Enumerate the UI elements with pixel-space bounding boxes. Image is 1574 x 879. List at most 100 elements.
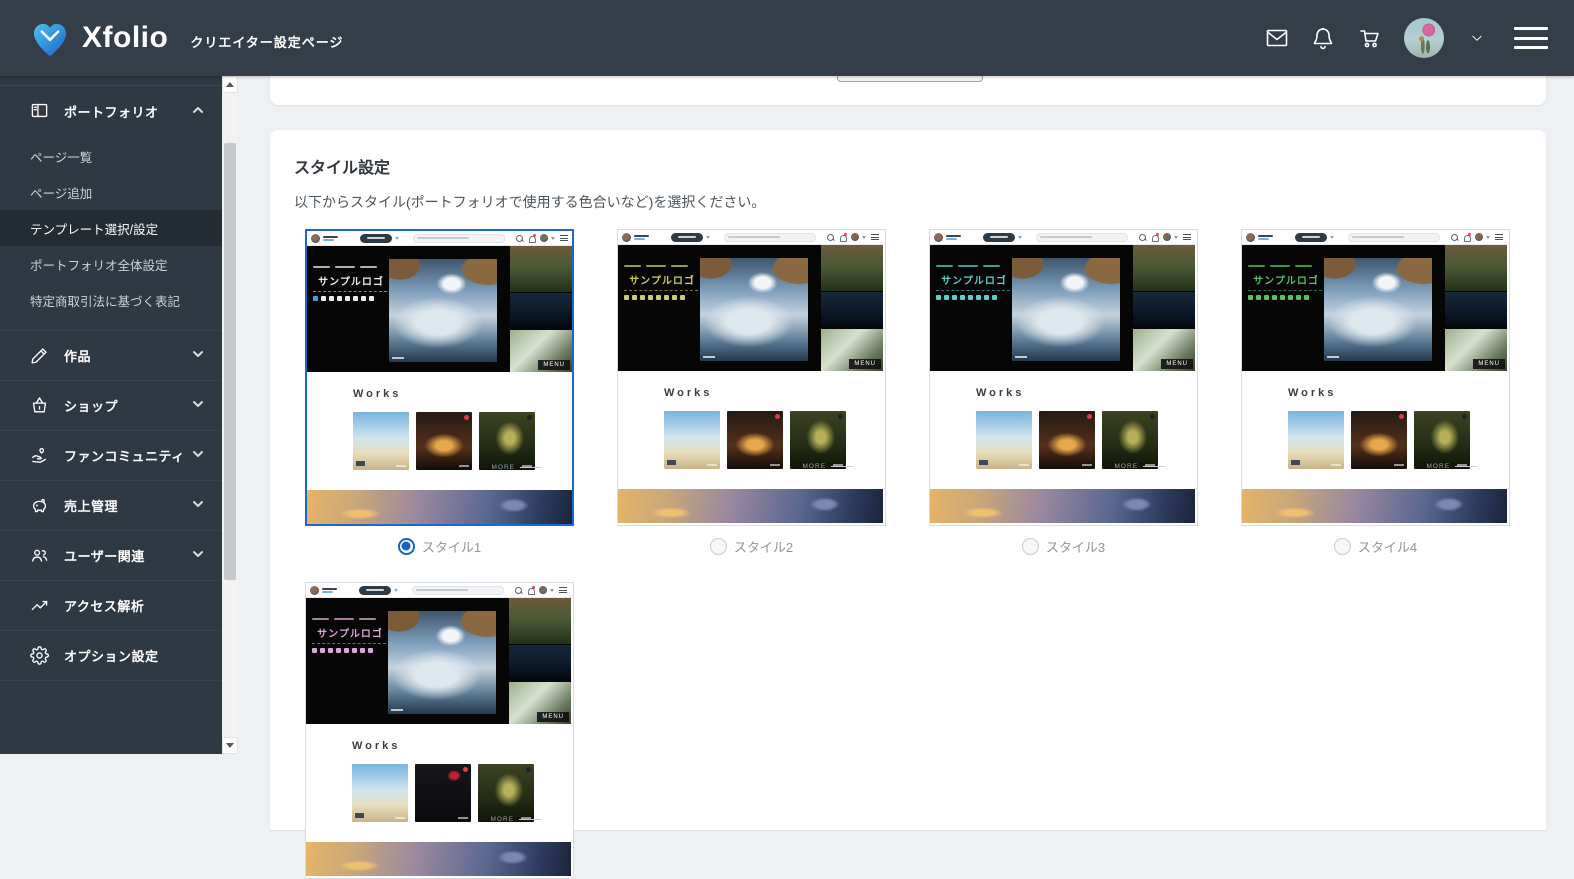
sidebar-subitem[interactable]: ページ一覧 <box>0 138 222 174</box>
preview-heart-icon <box>463 767 468 772</box>
style-thumbnail[interactable]: サンプルロゴ MENU Works MORE <box>1241 229 1510 526</box>
preview-works-title: Works <box>352 740 401 752</box>
style-radio-label[interactable]: スタイル2 <box>734 537 793 556</box>
preview-social-icons <box>1248 295 1324 300</box>
style-thumbnail[interactable]: サンプルロゴ MENU Works MORE <box>305 582 574 879</box>
preview-works-section: Works MORE <box>1242 371 1507 489</box>
page-title: クリエイター設定ページ <box>190 34 344 50</box>
preview-logo-underline <box>1248 290 1322 291</box>
preview-sample-logo: サンプルロゴ <box>941 276 1007 287</box>
preview-avatar <box>310 585 319 595</box>
bell-icon[interactable] <box>1310 25 1336 51</box>
preview-menu-icon <box>1183 234 1191 240</box>
chevron-down-icon[interactable] <box>1464 25 1490 51</box>
pencil-icon <box>30 346 50 366</box>
style-thumbnail[interactable]: サンプルロゴ MENU Works MORE <box>305 229 574 526</box>
preview-nav-links <box>1248 265 1324 267</box>
preview-logo-underline <box>313 291 387 292</box>
preview-navbar <box>618 230 883 245</box>
sidebar-subitem[interactable]: ページ追加 <box>0 174 222 210</box>
preview-nav-links <box>936 265 1012 267</box>
preview-more-link: MORE <box>1427 463 1477 470</box>
scroll-up-button[interactable] <box>222 76 238 93</box>
sidebar-item[interactable]: オプション設定 <box>0 631 222 681</box>
main-content: スタイル設定 以下からスタイル(ポートフォリオで使用する色合いなど)を選択くださ… <box>238 76 1574 879</box>
preview-bell-icon <box>1464 232 1471 242</box>
user-avatar[interactable] <box>1404 18 1444 58</box>
preview-social-icons <box>624 295 700 300</box>
preview-menu-icon <box>559 587 567 593</box>
sidebar-item[interactable]: 作品 <box>0 331 222 381</box>
partial-button[interactable] <box>837 76 983 82</box>
xfolio-logo[interactable]: Xfolio <box>28 18 168 58</box>
preview-works-title: Works <box>1288 387 1337 399</box>
section-title: スタイル設定 <box>294 160 391 177</box>
menu-icon[interactable] <box>1514 25 1548 51</box>
preview-menu-label: MENU <box>1161 359 1193 369</box>
style-option: サンプルロゴ MENU Works MO <box>1241 229 1510 556</box>
chevron-down-icon <box>192 448 204 463</box>
preview-works-section: Works MORE <box>618 371 883 489</box>
style-radio[interactable] <box>397 537 415 555</box>
sidebar-item[interactable]: ショップ <box>0 381 222 431</box>
preview-sample-logo: サンプルロゴ <box>317 629 383 640</box>
sidebar-item[interactable]: ユーザー関連 <box>0 531 222 581</box>
style-option: サンプルロゴ MENU Works MO <box>929 229 1198 556</box>
style-radio-row[interactable]: スタイル4 <box>1241 536 1510 556</box>
preview-nav-links <box>624 265 700 267</box>
chevron-down-icon <box>192 498 204 513</box>
portfolio-preview: サンプルロゴ MENU Works MORE <box>306 583 571 876</box>
sidebar-subitem[interactable]: 特定商取引法に基づく表記 <box>0 282 222 318</box>
cart-icon[interactable] <box>1356 25 1382 51</box>
top-navbar: Xfolio クリエイター設定ページ <box>0 0 1574 76</box>
preview-navbar <box>1242 230 1507 245</box>
preview-bell-icon <box>1152 232 1159 242</box>
preview-menu-label: MENU <box>849 359 881 369</box>
scroll-down-button[interactable] <box>222 737 238 754</box>
style-thumbnail[interactable]: サンプルロゴ MENU Works MORE <box>617 229 886 526</box>
scrollbar[interactable] <box>222 76 238 754</box>
preview-heart-icon <box>1399 414 1404 419</box>
sidebar-subitem[interactable]: ポートフォリオ全体設定 <box>0 246 222 282</box>
sidebar-item-label: ポートフォリオ <box>64 104 159 120</box>
style-radio[interactable] <box>1021 537 1039 555</box>
preview-side-artwork-2 <box>1133 292 1195 328</box>
style-radio[interactable] <box>709 537 727 555</box>
sidebar-item-label: オプション設定 <box>64 649 159 664</box>
preview-chevron-small-icon <box>1486 235 1490 239</box>
style-thumbnail[interactable]: サンプルロゴ MENU Works MORE <box>929 229 1198 526</box>
sidebar-item[interactable]: 売上管理 <box>0 481 222 531</box>
preview-chevron-icon <box>1018 235 1022 239</box>
preview-works-cards <box>664 411 846 469</box>
preview-avatar-small <box>851 233 859 241</box>
scrollbar-thumb[interactable] <box>224 143 236 580</box>
scroll-up-arrow-icon <box>226 82 234 87</box>
preview-chevron-icon <box>394 588 398 592</box>
sidebar-subitem[interactable]: テンプレート選択/設定 <box>0 210 222 246</box>
preview-work-card-3 <box>1102 411 1158 469</box>
mail-icon[interactable] <box>1264 25 1290 51</box>
style-radio-row[interactable]: スタイル1 <box>305 536 574 556</box>
preview-avatar-small <box>539 586 547 594</box>
preview-work-card-2 <box>416 412 472 470</box>
preview-work-card-1 <box>976 411 1032 469</box>
preview-hero: サンプルロゴ MENU <box>307 246 572 372</box>
preview-menu-label: MENU <box>537 712 569 722</box>
preview-search-input <box>413 233 505 243</box>
xfolio-heart-icon <box>28 18 72 58</box>
style-radio-label[interactable]: スタイル1 <box>422 537 481 556</box>
style-radio-row[interactable]: スタイル2 <box>617 536 886 556</box>
preview-hero: サンプルロゴ MENU <box>930 245 1195 371</box>
preview-avatar <box>934 232 943 242</box>
style-radio[interactable] <box>1333 537 1351 555</box>
style-radio-label[interactable]: スタイル4 <box>1358 537 1417 556</box>
sidebar-item[interactable]: アクセス解析 <box>0 581 222 631</box>
style-radio-label[interactable]: スタイル3 <box>1046 537 1105 556</box>
preview-nav-links <box>313 266 389 268</box>
preview-pill-button <box>983 232 1015 242</box>
sidebar-item[interactable]: ファンコミュニティ <box>0 431 222 481</box>
preview-chevron-icon <box>395 236 399 240</box>
users-icon <box>30 546 50 566</box>
style-radio-row[interactable]: スタイル3 <box>929 536 1198 556</box>
sidebar-item[interactable]: ポートフォリオ <box>0 86 222 136</box>
